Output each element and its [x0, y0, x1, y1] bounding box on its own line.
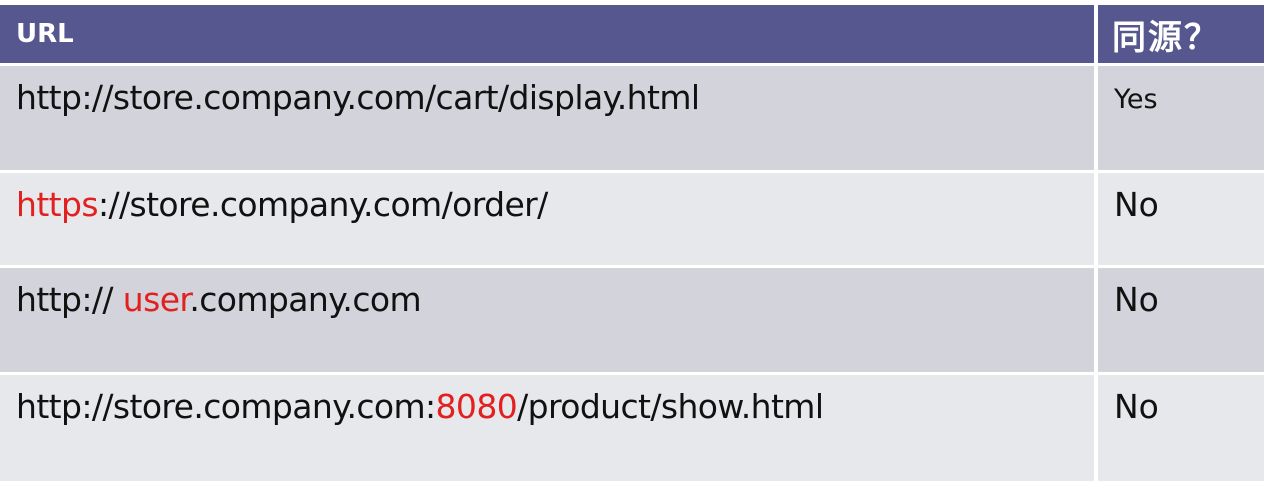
- table-row-url: http://store.company.com:8080/product/sh…: [0, 375, 1094, 481]
- table-row-answer: No: [1098, 268, 1264, 372]
- same-origin-table: URL 同源？ http://store.company.com/cart/di…: [0, 5, 1264, 481]
- url-text: .company.com: [189, 280, 422, 319]
- url-text: http://store.company.com:: [16, 387, 436, 426]
- url-text: http://: [16, 280, 123, 319]
- table-row-url: http://store.company.com/cart/display.ht…: [0, 66, 1094, 170]
- url-highlight-port: 8080: [435, 387, 518, 426]
- table-row-url: https://store.company.com/order/: [0, 173, 1094, 265]
- url-text: ://store.company.com/order/: [97, 185, 548, 224]
- table-row-answer: No: [1098, 375, 1264, 481]
- url-text: http://store.company.com/cart/display.ht…: [16, 78, 700, 117]
- header-same-origin: 同源？: [1098, 5, 1264, 63]
- table-row-answer: Yes: [1098, 66, 1264, 170]
- url-highlight-host: user: [122, 280, 190, 319]
- table-row-url: http:// user.company.com: [0, 268, 1094, 372]
- url-highlight-protocol: https: [16, 185, 99, 224]
- table-row-answer: No: [1098, 173, 1264, 265]
- url-text: /product/show.html: [517, 387, 824, 426]
- header-url: URL: [0, 5, 1094, 63]
